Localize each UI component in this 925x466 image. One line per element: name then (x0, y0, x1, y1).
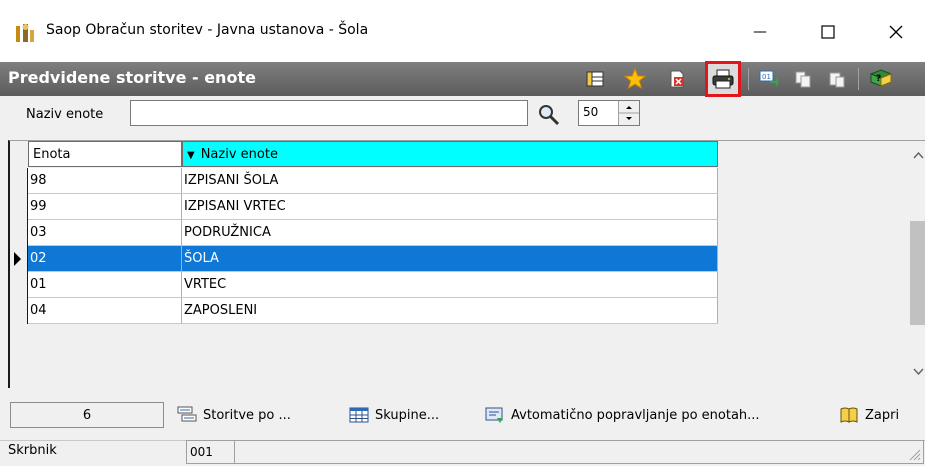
svg-text:?: ? (876, 74, 881, 84)
sort-desc-icon: ▼ (187, 150, 195, 161)
row-indicator (10, 220, 28, 246)
star-icon (624, 68, 646, 90)
close-button[interactable] (873, 10, 919, 54)
cell-enota[interactable]: 01 (28, 272, 182, 298)
paste-button[interactable] (824, 66, 850, 92)
cell-naziv-enote[interactable]: ZAPOSLENI (182, 298, 718, 324)
app-icon (14, 22, 36, 44)
zapri-label: Zapri (865, 407, 900, 423)
paste-icon (829, 72, 845, 88)
printer-icon (712, 69, 734, 89)
row-indicator (10, 272, 28, 298)
row-indicator (10, 194, 28, 220)
avtomaticno-popravljanje-button[interactable]: Avtomatično popravljanje po enotah... (484, 404, 760, 426)
filter-bar: Naziv enote 50 (0, 96, 925, 132)
table-row[interactable]: 04 ZAPOSLENI (10, 298, 718, 324)
table-grid-icon (349, 407, 369, 423)
cell-enota[interactable]: 99 (28, 194, 182, 220)
column-header-naziv-enote[interactable]: ▼ Naziv enote (182, 141, 718, 167)
scroll-down-icon[interactable] (910, 363, 925, 380)
toolbar-separator (748, 68, 749, 90)
close-book-icon (840, 407, 858, 423)
print-button[interactable] (705, 61, 741, 97)
current-row-arrow-icon (14, 252, 21, 266)
storitve-po-button[interactable]: Storitve po ... (176, 404, 291, 426)
table-row-selected[interactable]: 02 ŠOLA (10, 246, 718, 272)
cell-enota[interactable]: 98 (28, 168, 182, 194)
svg-text:01: 01 (762, 73, 771, 81)
vertical-scrollbar[interactable] (910, 141, 925, 387)
row-indicator (10, 298, 28, 324)
columns-button[interactable] (582, 66, 608, 92)
close-icon (889, 25, 903, 39)
maximize-button[interactable] (805, 10, 851, 54)
delete-document-icon (670, 70, 684, 88)
bottom-toolbar: 6 Storitve po ... Skupine... Avtomatično… (0, 392, 925, 436)
limit-spinner[interactable]: 50 (578, 100, 640, 126)
cell-enota[interactable]: 03 (28, 220, 182, 246)
row-indicator-header (10, 141, 28, 168)
help-button[interactable]: ? (868, 66, 894, 92)
column-header-naziv-label: Naziv enote (200, 147, 278, 162)
enote-grid: Enota ▼ Naziv enote 98 IZPISANI ŠOLA 99 I… (8, 140, 925, 388)
record-count: 6 (10, 402, 164, 428)
columns-icon (586, 71, 604, 87)
status-panel (234, 440, 924, 464)
storitve-po-label: Storitve po ... (203, 407, 291, 423)
page-title: Predvidene storitve - enote (8, 68, 256, 87)
avtomaticno-popravljanje-label: Avtomatično popravljanje po enotah... (511, 407, 760, 423)
window-title: Saop Obračun storitev - Javna ustanova -… (46, 22, 369, 38)
limit-value: 50 (583, 105, 599, 119)
table-row[interactable]: 03 PODRUŽNICA (10, 220, 718, 246)
cell-naziv-enote[interactable]: PODRUŽNICA (182, 220, 718, 246)
help-book-icon: ? (869, 69, 893, 87)
maximize-icon (821, 25, 835, 39)
auto-fix-icon (485, 407, 503, 423)
skupine-label: Skupine... (375, 407, 440, 423)
favorite-button[interactable] (622, 66, 648, 92)
row-indicator (10, 246, 28, 272)
table-row[interactable]: 01 VRTEC (10, 272, 718, 298)
cell-enota[interactable]: 04 (28, 298, 182, 324)
scroll-thumb[interactable] (910, 221, 925, 325)
minimize-button[interactable]: — (737, 10, 783, 54)
window-titlebar: Saop Obračun storitev - Javna ustanova -… (0, 0, 925, 62)
column-header-enota[interactable]: Enota (28, 141, 182, 167)
skupine-button[interactable]: Skupine... (348, 404, 439, 426)
search-button[interactable] (538, 104, 560, 130)
delete-button[interactable] (664, 66, 690, 92)
copy-icon (795, 71, 811, 88)
export-icon: 01 (759, 70, 779, 87)
storitve-icon (177, 406, 197, 422)
grid-header: Enota ▼ Naziv enote (10, 141, 718, 168)
cell-enota[interactable]: 02 (28, 246, 182, 272)
zapri-button[interactable]: Zapri (838, 404, 899, 426)
export-button[interactable]: 01 (756, 66, 782, 92)
cell-naziv-enote[interactable]: VRTEC (182, 272, 718, 298)
filter-label: Naziv enote (26, 107, 104, 122)
resize-grip-icon[interactable] (907, 447, 921, 461)
scroll-up-icon[interactable] (910, 147, 925, 164)
status-label: Skrbnik (8, 443, 57, 458)
copy-button[interactable] (790, 66, 816, 92)
toolbar-separator (858, 68, 859, 90)
search-icon (539, 105, 560, 126)
cell-naziv-enote[interactable]: IZPISANI ŠOLA (182, 168, 718, 194)
cell-naziv-enote[interactable]: IZPISANI VRTEC (182, 194, 718, 220)
table-row[interactable]: 99 IZPISANI VRTEC (10, 194, 718, 220)
table-row[interactable]: 98 IZPISANI ŠOLA (10, 168, 718, 194)
row-indicator (10, 168, 28, 194)
status-value: 001 (186, 440, 234, 464)
status-bar: Skrbnik 001 (0, 440, 925, 466)
spinner-arrows-icon (619, 106, 639, 120)
cell-naziv-enote[interactable]: ŠOLA (182, 246, 718, 272)
naziv-enote-input[interactable] (130, 100, 528, 126)
minimize-icon: — (753, 24, 767, 40)
header-bar: Predvidene storitve - enote 01 ? (0, 61, 925, 97)
spinner-buttons[interactable] (618, 101, 639, 125)
